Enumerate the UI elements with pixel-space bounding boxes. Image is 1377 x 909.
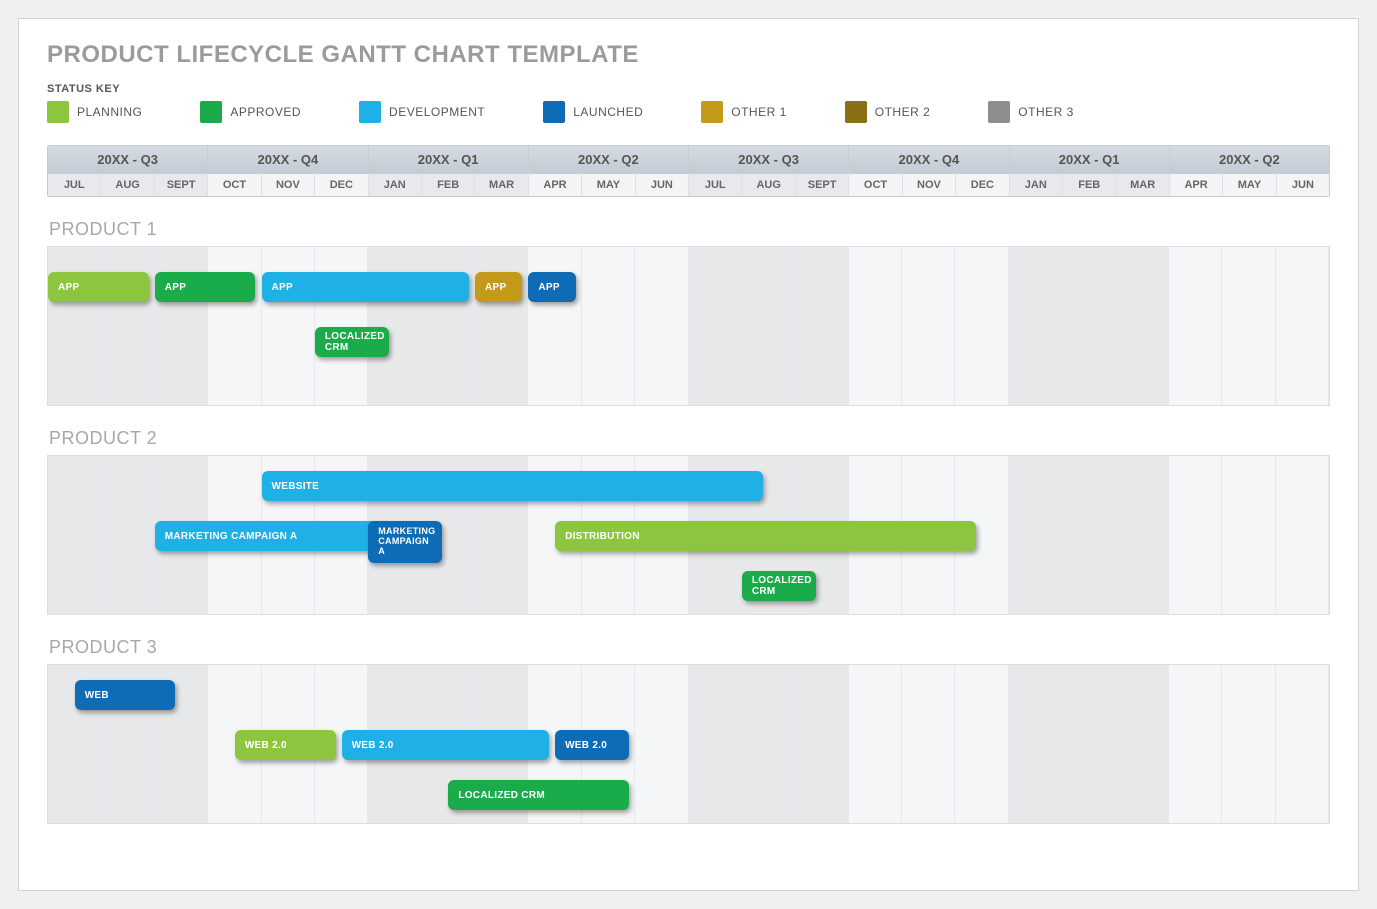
quarter-header: 20XX - Q4 (849, 146, 1009, 173)
month-header: NOV (262, 173, 315, 196)
section-title-product3: PRODUCT 3 (49, 637, 1330, 658)
month-header: JUN (636, 173, 689, 196)
month-header: APR (529, 173, 582, 196)
quarter-header: 20XX - Q3 (48, 146, 208, 173)
gantt-bar[interactable]: LOCALIZED CRM (315, 327, 389, 357)
gantt-bar[interactable]: MARKETING CAMPAIGN A (155, 521, 389, 551)
month-header: JAN (1010, 173, 1063, 196)
legend-label: OTHER 2 (875, 105, 931, 119)
month-header: AUG (742, 173, 795, 196)
gantt-bar[interactable]: MARKETING CAMPAIGN A (368, 521, 442, 563)
gantt-bar[interactable]: LOCALIZED CRM (742, 571, 816, 601)
month-header: MAY (1223, 173, 1276, 196)
month-header: NOV (903, 173, 956, 196)
month-header: DEC (315, 173, 368, 196)
quarter-header: 20XX - Q4 (208, 146, 368, 173)
page-title: PRODUCT LIFECYCLE GANTT CHART TEMPLATE (47, 41, 1330, 69)
legend-item-other1: OTHER 1 (701, 101, 787, 123)
month-header: DEC (956, 173, 1009, 196)
status-legend: PLANNING APPROVED DEVELOPMENT LAUNCHED O… (47, 101, 1330, 123)
gantt-bar[interactable]: APP (48, 272, 149, 302)
gantt-bar[interactable]: APP (528, 272, 575, 302)
quarter-header: 20XX - Q2 (1170, 146, 1329, 173)
gantt-bar[interactable]: WEB (75, 680, 176, 710)
gantt-bar[interactable]: APP (155, 272, 256, 302)
month-header: JUL (48, 173, 101, 196)
month-header: APR (1170, 173, 1223, 196)
gantt-bar[interactable]: WEB 2.0 (235, 730, 336, 760)
gantt-bar[interactable]: APP (475, 272, 522, 302)
swatch-approved (200, 101, 222, 123)
gantt-bar[interactable]: APP (262, 272, 469, 302)
month-header: MAY (582, 173, 635, 196)
month-header: MAR (1116, 173, 1169, 196)
month-header: SEPT (796, 173, 849, 196)
month-header: MAR (475, 173, 528, 196)
month-header: OCT (849, 173, 902, 196)
quarter-header: 20XX - Q3 (689, 146, 849, 173)
legend-label: OTHER 1 (731, 105, 787, 119)
gantt-lane-product2: WEBSITE MARKETING CAMPAIGN AMARKETING CAM… (47, 455, 1330, 615)
gantt-lane-product1: APPAPPAPPAPPAPPLOCALIZED CRM (47, 246, 1330, 406)
legend-item-approved: APPROVED (200, 101, 301, 123)
section-title-product1: PRODUCT 1 (49, 219, 1330, 240)
legend-label: OTHER 3 (1018, 105, 1074, 119)
swatch-launched (543, 101, 565, 123)
gantt-bar[interactable]: WEBSITE (262, 471, 763, 501)
gantt-bar[interactable]: LOCALIZED CRM (448, 780, 629, 810)
gantt-bar[interactable]: WEB 2.0 (342, 730, 549, 760)
legend-item-launched: LAUNCHED (543, 101, 643, 123)
status-key-label: STATUS KEY (47, 83, 1330, 95)
legend-item-other3: OTHER 3 (988, 101, 1074, 123)
month-header: JUL (689, 173, 742, 196)
quarter-header: 20XX - Q1 (1010, 146, 1170, 173)
month-header: FEB (1063, 173, 1116, 196)
timeline-header: 20XX - Q320XX - Q420XX - Q120XX - Q220XX… (47, 145, 1330, 197)
gantt-bar[interactable]: DISTRIBUTION (555, 521, 976, 551)
quarter-header: 20XX - Q2 (529, 146, 689, 173)
gantt-lane-product3: WEBWEB 2.0WEB 2.0WEB 2.0LOCALIZED CRM (47, 664, 1330, 824)
legend-label: DEVELOPMENT (389, 105, 485, 119)
legend-label: APPROVED (230, 105, 301, 119)
swatch-other3 (988, 101, 1010, 123)
legend-item-development: DEVELOPMENT (359, 101, 485, 123)
legend-item-other2: OTHER 2 (845, 101, 931, 123)
swatch-development (359, 101, 381, 123)
month-header: AUG (101, 173, 154, 196)
legend-label: LAUNCHED (573, 105, 643, 119)
legend-item-planning: PLANNING (47, 101, 142, 123)
month-header: FEB (422, 173, 475, 196)
month-header: JUN (1277, 173, 1329, 196)
swatch-planning (47, 101, 69, 123)
section-title-product2: PRODUCT 2 (49, 428, 1330, 449)
month-header: OCT (208, 173, 261, 196)
swatch-other1 (701, 101, 723, 123)
month-header: SEPT (155, 173, 208, 196)
quarter-header: 20XX - Q1 (369, 146, 529, 173)
gantt-bar[interactable]: WEB 2.0 (555, 730, 629, 760)
legend-label: PLANNING (77, 105, 142, 119)
month-header: JAN (369, 173, 422, 196)
swatch-other2 (845, 101, 867, 123)
